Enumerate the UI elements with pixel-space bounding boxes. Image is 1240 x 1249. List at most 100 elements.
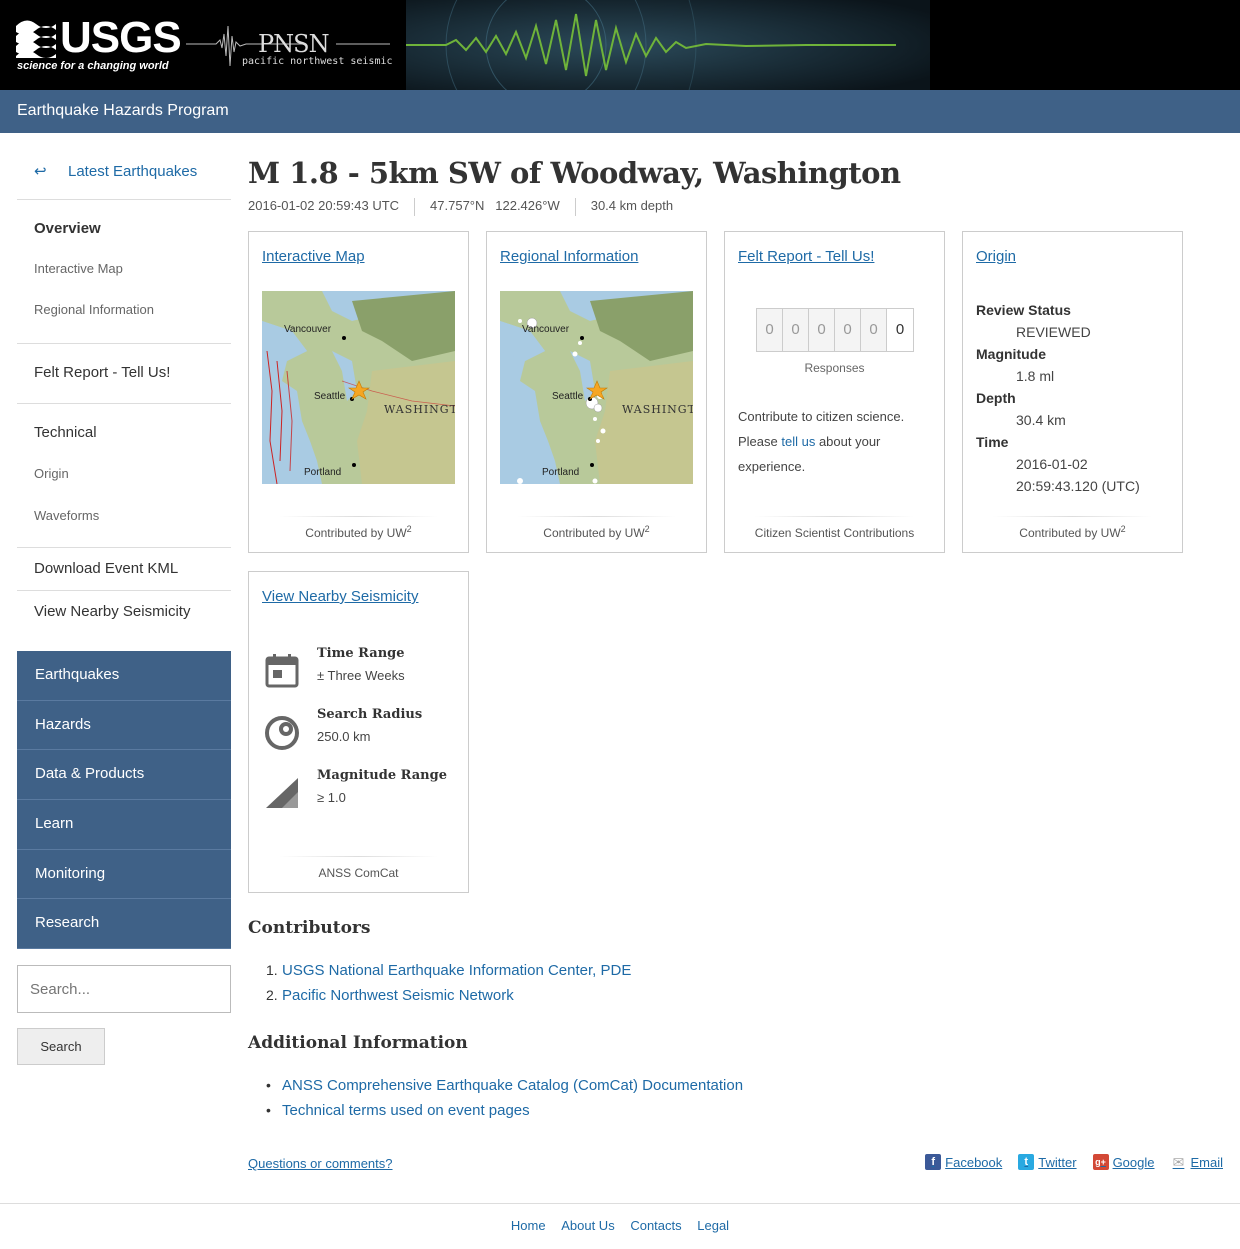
nav-monitoring[interactable]: Monitoring xyxy=(17,849,231,900)
additional-info-heading: Additional Information xyxy=(248,1033,468,1053)
sidebar-item-felt-report[interactable]: Felt Report - Tell Us! xyxy=(17,364,231,381)
sidebar-item-download-kml[interactable]: Download Event KML xyxy=(17,560,231,577)
contributor-link[interactable]: Pacific Northwest Seismic Network xyxy=(282,987,514,1004)
email-icon: ✉ xyxy=(1170,1154,1187,1170)
nearby-seismicity-link[interactable]: View Nearby Seismicity xyxy=(262,588,418,605)
bullet-icon: • xyxy=(266,1077,271,1093)
footer-home-link[interactable]: Home xyxy=(511,1218,546,1233)
program-bar: Earthquake Hazards Program xyxy=(0,90,1240,133)
footer-divider xyxy=(0,1203,1240,1204)
map-label-washington: WASHINGT xyxy=(622,403,693,416)
sidebar-item-regional-information[interactable]: Regional Information xyxy=(17,302,231,343)
tell-us-link[interactable]: tell us xyxy=(781,434,815,449)
footer-divider xyxy=(755,516,914,517)
sidebar-item-waveforms[interactable]: Waveforms xyxy=(17,508,231,550)
sidebar-item-nearby-seismicity[interactable]: View Nearby Seismicity xyxy=(17,603,231,620)
origin-details: Review Status REVIEWED Magnitude 1.8 ml … xyxy=(976,299,1140,497)
comcat-docs-link[interactable]: ANSS Comprehensive Earthquake Catalog (C… xyxy=(282,1077,743,1094)
list-item: • Technical terms used on event pages xyxy=(266,1098,743,1123)
sidebar-group-technical: Technical Origin Waveforms xyxy=(17,404,231,548)
contributor-link[interactable]: USGS National Earthquake Information Cen… xyxy=(282,962,631,979)
nav-data-products[interactable]: Data & Products xyxy=(17,750,231,801)
felt-report-card[interactable]: Felt Report - Tell Us! 0 0 0 0 0 0 Respo… xyxy=(724,231,945,553)
usgs-logo-text[interactable]: USGS xyxy=(60,14,182,62)
footer-divider xyxy=(993,516,1152,517)
event-latitude: 47.757°N xyxy=(430,198,485,213)
sidebar-item-interactive-map[interactable]: Interactive Map xyxy=(17,261,231,302)
back-arrow-icon: ↩ xyxy=(34,163,47,180)
time-label: Time xyxy=(976,434,1009,450)
time-range-label: Time Range xyxy=(317,646,405,661)
counter-digit: 0 xyxy=(861,309,887,351)
footer-links: Home About Us Contacts Legal xyxy=(0,1218,1240,1233)
site-header: USGS science for a changing world PNSN p… xyxy=(0,0,1240,90)
additional-info-list: • ANSS Comprehensive Earthquake Catalog … xyxy=(266,1073,743,1123)
map-label-portland: Portland xyxy=(542,467,579,478)
origin-link[interactable]: Origin xyxy=(976,248,1016,265)
nav-research[interactable]: Research xyxy=(17,899,231,950)
map-label-portland: Portland xyxy=(304,467,341,478)
sidebar-group-kml: Download Event KML xyxy=(17,548,231,591)
questions-link[interactable]: Questions or comments? xyxy=(248,1156,393,1171)
footer-divider xyxy=(279,516,438,517)
search-input[interactable] xyxy=(17,965,231,1013)
magnitude-range-value: ≥ 1.0 xyxy=(317,790,346,805)
card-footer: Citizen Scientist Contributions xyxy=(754,526,915,540)
regional-information-card[interactable]: Regional Information Vancouver Seattle W… xyxy=(486,231,707,553)
interactive-map-card[interactable]: Interactive Map Vancouver Seattle WASHIN… xyxy=(248,231,469,553)
card-footer: ANSS ComCat xyxy=(318,866,399,880)
contributors-heading: Contributors xyxy=(248,918,371,938)
search-button[interactable]: Search xyxy=(17,1028,105,1065)
nearby-seismicity-card[interactable]: View Nearby Seismicity Time Range ± Thre… xyxy=(248,571,469,893)
footer-divider xyxy=(279,856,438,857)
technical-terms-link[interactable]: Technical terms used on event pages xyxy=(282,1102,530,1119)
google-share-link[interactable]: g+ Google xyxy=(1092,1154,1154,1170)
regional-map-thumbnail[interactable]: Vancouver Seattle WASHINGT Portland xyxy=(500,291,693,484)
seismic-banner-image xyxy=(406,0,930,90)
pnsn-logo-text[interactable]: PNSN xyxy=(258,30,330,58)
map-label-washington: WASHINGT xyxy=(384,403,455,416)
map-label-seattle: Seattle xyxy=(314,391,346,402)
time-range-value: ± Three Weeks xyxy=(317,668,405,683)
felt-description: Contribute to citizen science. Please te… xyxy=(738,409,905,474)
share-links: f Facebook t Twitter g+ Google ✉ Email xyxy=(925,1154,1223,1170)
counter-digit: 0 xyxy=(783,309,809,351)
regional-information-link[interactable]: Regional Information xyxy=(500,248,638,265)
card-footer: Contributed by UW2 xyxy=(543,524,650,540)
sidebar-item-technical[interactable]: Technical xyxy=(17,424,231,466)
page-title: M 1.8 - 5km SW of Woodway, Washington xyxy=(248,156,901,190)
nav-earthquakes[interactable]: Earthquakes xyxy=(17,651,231,701)
interactive-map-thumbnail[interactable]: Vancouver Seattle WASHINGT Portland xyxy=(262,291,455,484)
meta-divider xyxy=(574,198,576,216)
footer-divider xyxy=(517,516,676,517)
footer-contacts-link[interactable]: Contacts xyxy=(630,1218,681,1233)
search-radius-value: 250.0 km xyxy=(317,729,371,744)
sidebar-item-overview[interactable]: Overview xyxy=(17,220,231,261)
counter-digit: 0 xyxy=(809,309,835,351)
usgs-tagline: science for a changing world xyxy=(17,60,169,72)
list-number: 1. xyxy=(266,962,278,978)
footer-about-link[interactable]: About Us xyxy=(561,1218,614,1233)
section-nav: Earthquakes Hazards Data & Products Lear… xyxy=(17,651,231,950)
facebook-share-link[interactable]: f Facebook xyxy=(925,1154,1002,1170)
responses-label: Responses xyxy=(804,361,865,375)
origin-card[interactable]: Origin Review Status REVIEWED Magnitude … xyxy=(962,231,1183,553)
sidebar-group-felt: Felt Report - Tell Us! xyxy=(17,344,231,404)
meta-divider xyxy=(414,198,416,216)
counter-digit: 0 xyxy=(887,309,913,351)
list-number: 2. xyxy=(266,987,278,1003)
felt-report-link[interactable]: Felt Report - Tell Us! xyxy=(738,248,874,265)
email-share-link[interactable]: ✉ Email xyxy=(1170,1154,1223,1170)
twitter-share-link[interactable]: t Twitter xyxy=(1018,1154,1077,1170)
sidebar-item-origin[interactable]: Origin xyxy=(17,466,231,508)
nav-hazards[interactable]: Hazards xyxy=(17,700,231,751)
sidebar: ↩ Latest Earthquakes Overview Interactive… xyxy=(17,150,231,634)
interactive-map-link[interactable]: Interactive Map xyxy=(262,248,365,265)
time-value: 20:59:43.120 (UTC) xyxy=(1016,478,1140,494)
footer-legal-link[interactable]: Legal xyxy=(697,1218,729,1233)
nav-learn[interactable]: Learn xyxy=(17,800,231,850)
program-title-link[interactable]: Earthquake Hazards Program xyxy=(17,102,229,120)
depth-value: 30.4 km xyxy=(1016,412,1066,428)
latest-earthquakes-link[interactable]: ↩ Latest Earthquakes xyxy=(17,150,231,200)
depth-label: Depth xyxy=(976,390,1016,406)
